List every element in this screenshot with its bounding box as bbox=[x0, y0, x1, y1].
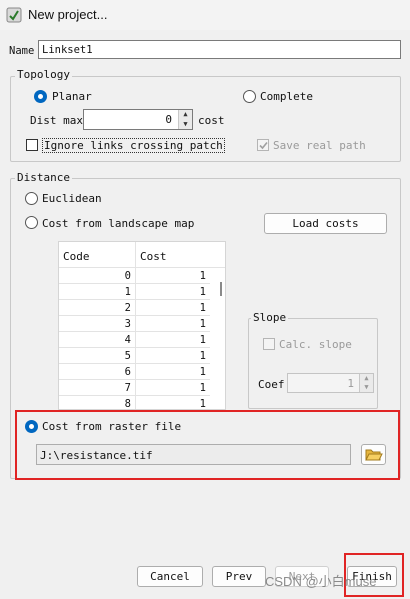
cost-unit-label: cost bbox=[198, 114, 225, 127]
check-icon bbox=[259, 141, 268, 150]
code-cell[interactable]: 0 bbox=[59, 268, 136, 284]
name-label: Name bbox=[9, 45, 35, 57]
dist-max-value: 0 bbox=[165, 113, 172, 126]
distance-legend: Distance bbox=[15, 171, 72, 184]
code-cell[interactable]: 6 bbox=[59, 363, 136, 380]
code-cell[interactable]: 5 bbox=[59, 347, 136, 364]
table-row[interactable]: 41 bbox=[59, 331, 210, 348]
cost-cell[interactable]: 1 bbox=[135, 283, 210, 300]
cost-table-body: 011121314151617181 bbox=[59, 268, 210, 409]
watermark-text: CSDN @小白muse bbox=[265, 574, 377, 589]
code-column-header[interactable]: Code bbox=[63, 250, 90, 263]
table-scrollbar-thumb[interactable] bbox=[220, 282, 222, 296]
browse-button[interactable] bbox=[361, 444, 386, 465]
coef-up-icon[interactable]: ▲ bbox=[360, 374, 373, 383]
slope-legend: Slope bbox=[251, 311, 289, 324]
cost-cell[interactable]: 1 bbox=[135, 315, 210, 332]
cost-table[interactable]: Code Cost 011121314151617181 bbox=[58, 241, 226, 410]
coef-value: 1 bbox=[347, 377, 354, 390]
euclidean-radio[interactable] bbox=[25, 192, 38, 205]
window-title: New project... bbox=[28, 7, 108, 22]
topology-legend: Topology bbox=[15, 68, 72, 81]
folder-icon bbox=[365, 449, 383, 461]
spin-down-icon[interactable]: ▼ bbox=[179, 120, 192, 130]
table-row[interactable]: 81 bbox=[59, 395, 210, 409]
cost-cell[interactable]: 1 bbox=[135, 395, 210, 409]
planar-radio[interactable] bbox=[34, 90, 47, 103]
slope-group bbox=[248, 318, 378, 409]
table-row[interactable]: 71 bbox=[59, 379, 210, 396]
dist-max-stepper[interactable]: 0 ▲ ▼ bbox=[83, 109, 193, 130]
cost-column-header[interactable]: Cost bbox=[140, 250, 167, 263]
code-cell[interactable]: 4 bbox=[59, 331, 136, 348]
cost-cell[interactable]: 1 bbox=[135, 331, 210, 348]
coef-spin[interactable]: ▲ ▼ bbox=[359, 374, 373, 392]
cancel-button[interactable]: Cancel bbox=[137, 566, 203, 587]
raster-label: Cost from raster file bbox=[42, 420, 182, 433]
raster-path-field[interactable]: J:\resistance.tif bbox=[36, 444, 351, 465]
calc-slope-checkbox[interactable] bbox=[263, 338, 275, 350]
prev-button[interactable]: Prev bbox=[212, 566, 266, 587]
code-cell[interactable]: 8 bbox=[59, 395, 136, 409]
calc-slope-label: Calc. slope bbox=[279, 338, 352, 351]
code-cell[interactable]: 3 bbox=[59, 315, 136, 332]
coef-stepper[interactable]: 1 ▲ ▼ bbox=[287, 373, 374, 393]
complete-label: Complete bbox=[260, 90, 313, 103]
raster-radio[interactable] bbox=[25, 420, 38, 433]
cost-cell[interactable]: 1 bbox=[135, 363, 210, 380]
save-real-path-checkbox[interactable] bbox=[257, 139, 269, 151]
landscape-radio[interactable] bbox=[25, 216, 38, 229]
coef-label: Coef bbox=[258, 378, 285, 391]
load-costs-button[interactable]: Load costs bbox=[264, 213, 387, 234]
cost-cell[interactable]: 1 bbox=[135, 347, 210, 364]
name-input[interactable]: Linkset1 bbox=[38, 40, 401, 59]
table-row[interactable]: 01 bbox=[59, 268, 210, 284]
table-row[interactable]: 51 bbox=[59, 347, 210, 364]
euclidean-label: Euclidean bbox=[42, 192, 102, 205]
cost-cell[interactable]: 1 bbox=[135, 379, 210, 396]
cost-cell[interactable]: 1 bbox=[135, 268, 210, 284]
ignore-links-checkbox[interactable] bbox=[26, 139, 38, 151]
ignore-links-label: Ignore links crossing patch bbox=[42, 138, 225, 153]
table-row[interactable]: 31 bbox=[59, 315, 210, 332]
table-row[interactable]: 21 bbox=[59, 299, 210, 316]
cost-table-header: Code Cost bbox=[59, 242, 225, 268]
cost-cell[interactable]: 1 bbox=[135, 299, 210, 316]
app-icon bbox=[6, 7, 22, 23]
dist-max-label: Dist max bbox=[30, 114, 83, 127]
table-row[interactable]: 61 bbox=[59, 363, 210, 380]
landscape-label: Cost from landscape map bbox=[42, 217, 195, 230]
table-row[interactable]: 11 bbox=[59, 283, 210, 300]
code-cell[interactable]: 7 bbox=[59, 379, 136, 396]
dist-max-spin[interactable]: ▲ ▼ bbox=[178, 110, 192, 129]
save-real-path-label: Save real path bbox=[273, 139, 366, 152]
code-cell[interactable]: 1 bbox=[59, 283, 136, 300]
spin-up-icon[interactable]: ▲ bbox=[179, 110, 192, 120]
code-cell[interactable]: 2 bbox=[59, 299, 136, 316]
coef-down-icon[interactable]: ▼ bbox=[360, 383, 373, 392]
planar-label: Planar bbox=[52, 90, 92, 103]
complete-radio[interactable] bbox=[243, 90, 256, 103]
